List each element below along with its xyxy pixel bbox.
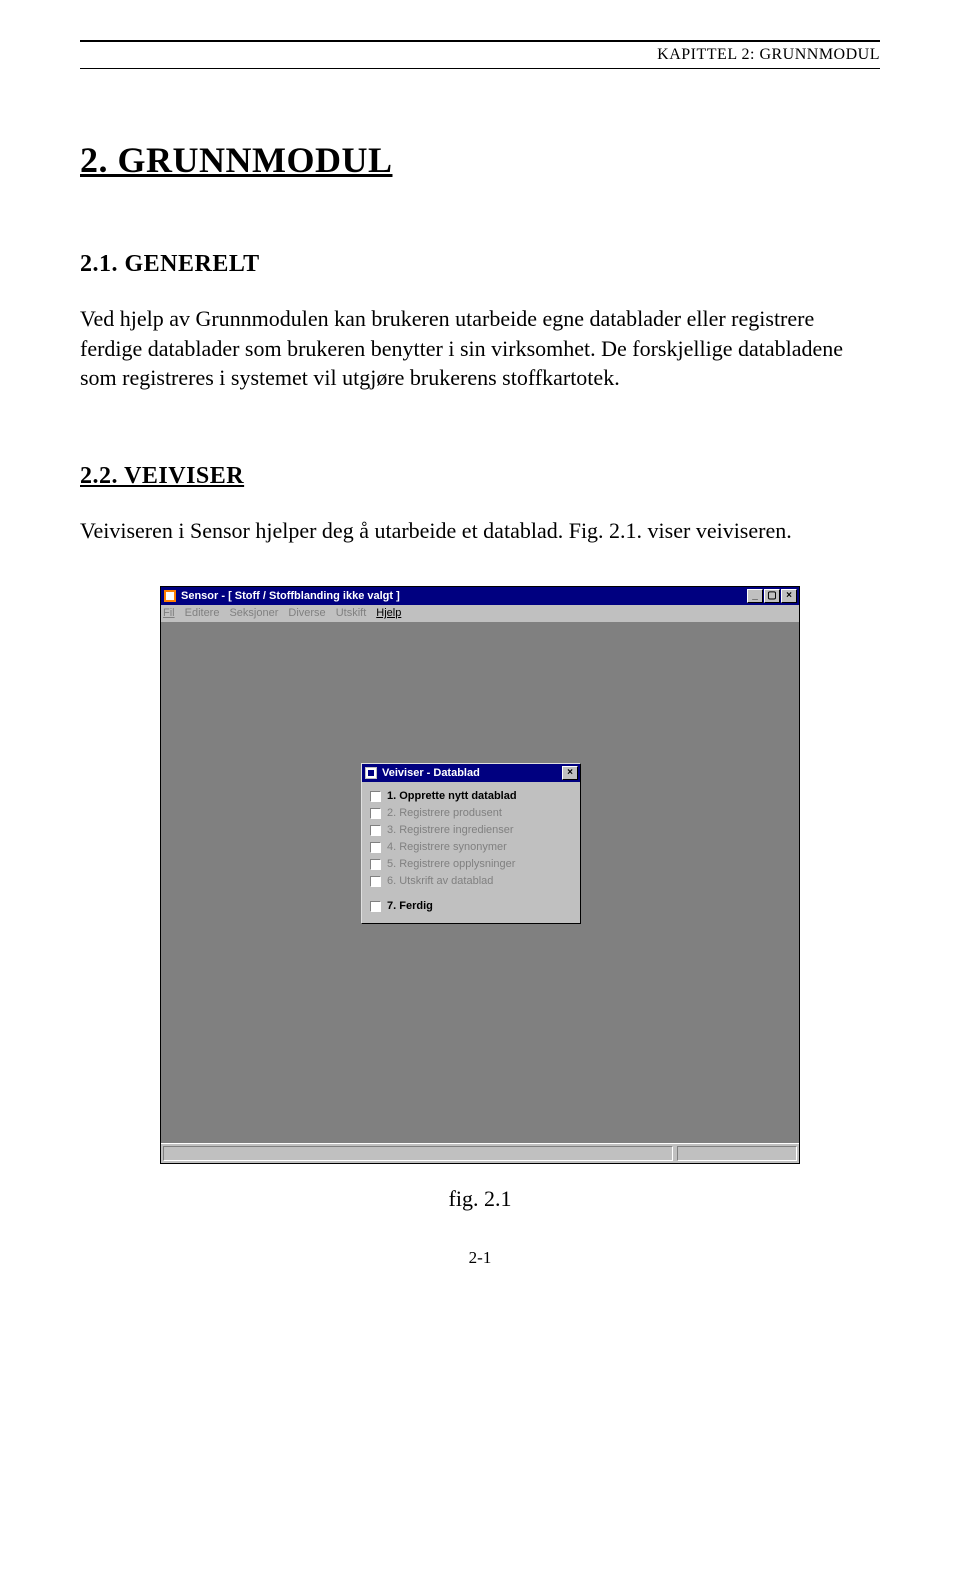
wizard-close-button[interactable]: × — [562, 766, 578, 780]
section-body-veiviser: Veiviseren i Sensor hjelper deg å utarbe… — [80, 516, 880, 546]
app-title-text: Sensor - [ Stoff / Stoffblanding ikke va… — [181, 590, 747, 602]
wizard-titlebar: Veiviser - Datablad × — [362, 764, 580, 782]
minimize-button[interactable]: _ — [747, 589, 763, 603]
wizard-step-label: 3. Registrere ingredienser — [387, 824, 514, 836]
app-titlebar: Sensor - [ Stoff / Stoffblanding ikke va… — [161, 587, 799, 605]
wizard-step-label: 5. Registrere opplysninger — [387, 858, 515, 870]
checkbox-icon[interactable] — [370, 876, 381, 887]
maximize-button[interactable]: ▢ — [764, 589, 780, 603]
menu-bar: Fil Editere Seksjoner Diverse Utskift Hj… — [161, 605, 799, 623]
header-rule-bottom — [80, 68, 880, 69]
wizard-body: 1. Opprette nytt datablad 2. Registrere … — [362, 782, 580, 923]
status-cell — [677, 1146, 797, 1161]
menu-editere[interactable]: Editere — [185, 607, 220, 619]
checkbox-icon[interactable] — [370, 825, 381, 836]
menu-diverse[interactable]: Diverse — [288, 607, 325, 619]
menu-seksjoner[interactable]: Seksjoner — [229, 607, 278, 619]
wizard-step-label: 7. Ferdig — [387, 900, 433, 912]
app-client-area: Veiviser - Datablad × 1. Opprette nytt d… — [161, 623, 799, 1143]
checkbox-icon[interactable] — [370, 808, 381, 819]
status-cell — [163, 1146, 673, 1161]
wizard-step-label: 6. Utskrift av datablad — [387, 875, 493, 887]
wizard-step-label: 1. Opprette nytt datablad — [387, 790, 517, 802]
checkbox-icon[interactable] — [370, 842, 381, 853]
chapter-header: KAPITTEL 2: GRUNNMODUL — [80, 42, 880, 66]
checkbox-icon[interactable] — [370, 901, 381, 912]
wizard-title-text: Veiviser - Datablad — [382, 767, 562, 779]
wizard-step-label: 4. Registrere synonymer — [387, 841, 507, 853]
checkbox-icon[interactable] — [370, 791, 381, 802]
status-bar — [161, 1143, 799, 1163]
checkbox-icon[interactable] — [370, 859, 381, 870]
page-title: 2. GRUNNMODUL — [80, 139, 880, 181]
wizard-icon — [364, 766, 378, 780]
section-heading-generelt: 2.1. GENERELT — [80, 251, 880, 278]
wizard-dialog: Veiviser - Datablad × 1. Opprette nytt d… — [361, 763, 581, 924]
wizard-step-3[interactable]: 3. Registrere ingredienser — [370, 822, 572, 839]
menu-fil[interactable]: Fil — [163, 607, 175, 619]
close-button[interactable]: × — [781, 589, 797, 603]
section-heading-veiviser: 2.2. VEIVISER — [80, 463, 880, 490]
wizard-step-5[interactable]: 5. Registrere opplysninger — [370, 856, 572, 873]
wizard-step-6[interactable]: 6. Utskrift av datablad — [370, 873, 572, 890]
wizard-step-1[interactable]: 1. Opprette nytt datablad — [370, 788, 572, 805]
menu-hjelp[interactable]: Hjelp — [376, 607, 401, 619]
app-icon — [163, 589, 177, 603]
wizard-step-2[interactable]: 2. Registrere produsent — [370, 805, 572, 822]
page-number: 2-1 — [80, 1248, 880, 1268]
wizard-step-4[interactable]: 4. Registrere synonymer — [370, 839, 572, 856]
wizard-step-7[interactable]: 7. Ferdig — [370, 898, 572, 915]
figure-caption: fig. 2.1 — [80, 1186, 880, 1212]
menu-utskift[interactable]: Utskift — [336, 607, 367, 619]
wizard-separator — [370, 890, 572, 898]
section-body-generelt: Ved hjelp av Grunnmodulen kan brukeren u… — [80, 304, 880, 393]
app-screenshot: Sensor - [ Stoff / Stoffblanding ikke va… — [160, 586, 800, 1164]
wizard-step-label: 2. Registrere produsent — [387, 807, 502, 819]
